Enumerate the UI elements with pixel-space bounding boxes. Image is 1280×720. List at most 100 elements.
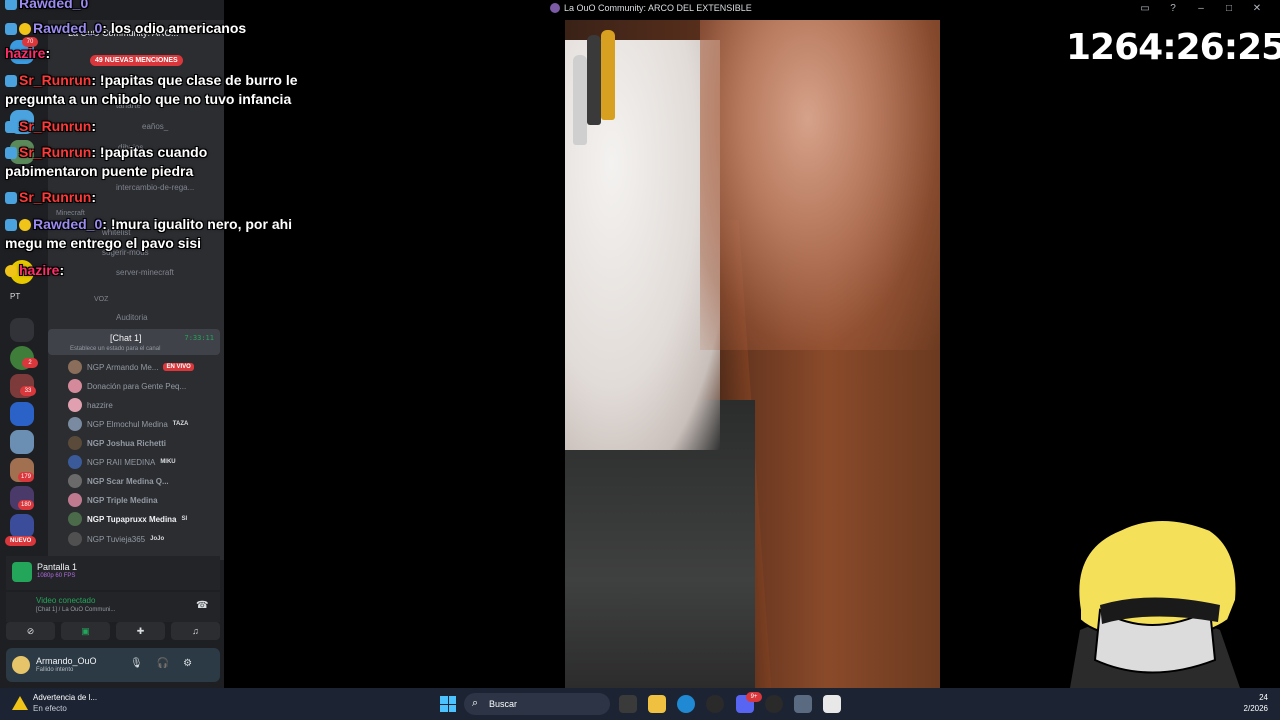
voice-member[interactable]: Donación para Gente Peq... bbox=[68, 378, 186, 394]
minimize-button[interactable]: – bbox=[1194, 3, 1208, 14]
ccleaner-icon[interactable] bbox=[706, 695, 724, 713]
avatar bbox=[68, 512, 82, 526]
live-badge: EN VIVO bbox=[163, 363, 194, 371]
chat-message: Sr_Runrun: !papitas que clase de burro l… bbox=[5, 72, 298, 107]
inbox-icon[interactable]: ▭ bbox=[1138, 3, 1152, 14]
badge-icon bbox=[5, 23, 17, 36]
badge-icon bbox=[5, 265, 17, 278]
help-icon[interactable]: ? bbox=[1166, 3, 1180, 14]
member-tag: MIKU bbox=[160, 459, 176, 465]
headphones-icon[interactable]: 🎧 bbox=[157, 658, 169, 669]
voice-member[interactable]: NGP Armando Me... EN VIVO bbox=[68, 359, 194, 375]
server-badge: 33 bbox=[20, 386, 36, 396]
avatar bbox=[68, 474, 82, 488]
voice-connected-channel[interactable]: [Chat 1] / La OuO Communi... bbox=[36, 607, 115, 613]
member-name: NGP Armando Me... bbox=[87, 362, 159, 372]
taskbar-search[interactable] bbox=[464, 693, 610, 715]
chat-message: Sr_Runrun: !papitas cuando pabimentaron … bbox=[5, 144, 208, 179]
close-button[interactable]: ✕ bbox=[1250, 3, 1264, 14]
obs-icon[interactable] bbox=[765, 695, 783, 713]
avatar bbox=[68, 379, 82, 393]
badge-icon bbox=[5, 121, 17, 134]
voice-member[interactable]: NGP Scar Medina Q... bbox=[68, 473, 169, 489]
member-name: NGP RAII MEDINA bbox=[87, 457, 156, 467]
disconnect-icon[interactable]: ☎ bbox=[196, 600, 208, 611]
badge-icon bbox=[5, 219, 17, 232]
clock-time: 24 bbox=[1259, 693, 1268, 702]
chat-username: Sr_Runrun bbox=[19, 72, 92, 88]
gear-icon[interactable]: ⚙ bbox=[183, 658, 192, 669]
member-tag: TAZA bbox=[172, 421, 189, 427]
chat-username: Sr_Runrun bbox=[19, 144, 92, 160]
microphone-icon[interactable]: 🎙 bbox=[130, 658, 143, 669]
search-placeholder: Buscar bbox=[489, 699, 518, 709]
voice-member[interactable]: NGP Tupapruxx Medina SI bbox=[68, 511, 187, 527]
new-servers-pill[interactable]: NUEVO bbox=[5, 536, 37, 546]
chat-text: los odio americanos bbox=[110, 20, 247, 36]
activities-icon[interactable]: ✚ bbox=[116, 622, 165, 640]
user-controls: 🎙 🎧 ⚙ bbox=[130, 658, 192, 669]
chat-username: Sr_Runrun bbox=[19, 118, 92, 134]
voice-member[interactable]: hazzire bbox=[68, 397, 113, 413]
chat-message: Rawded_0 bbox=[5, 0, 88, 13]
stream-chat-overlay: Rawded_0 Rawded_0: los odio americanos h… bbox=[0, 0, 330, 300]
chat-username: Rawded_0 bbox=[33, 20, 103, 36]
avatar bbox=[68, 360, 82, 374]
chat-message: Rawded_0: !mura igualito nero, por ahi m… bbox=[5, 216, 293, 251]
task-view-icon[interactable] bbox=[619, 695, 637, 713]
server-badge: 179 bbox=[18, 472, 34, 482]
member-name: hazzire bbox=[87, 400, 113, 410]
edge-icon[interactable] bbox=[677, 695, 695, 713]
windows-start-icon[interactable] bbox=[440, 696, 456, 712]
voice-member[interactable]: NGP Tuvieja365 JoJo bbox=[68, 531, 164, 547]
server-icon[interactable] bbox=[10, 318, 34, 342]
chat-message: Rawded_0: los odio americanos bbox=[5, 19, 246, 38]
bottle bbox=[587, 35, 601, 125]
chat-username: Rawded_0 bbox=[19, 0, 89, 11]
avatar[interactable] bbox=[12, 656, 30, 674]
screen-share-button[interactable]: ▣ bbox=[61, 622, 110, 640]
member-tag: JoJo bbox=[150, 536, 165, 542]
server-icon[interactable] bbox=[10, 514, 34, 538]
notification-title[interactable]: Advertencia de l... bbox=[33, 693, 97, 702]
window-title: La OuO Community: ARCO DEL EXTENSIBLE bbox=[550, 3, 752, 13]
badge-icon bbox=[5, 0, 17, 11]
user-status: Fallido intento bbox=[36, 667, 74, 673]
taskbar-clock[interactable]: 24 2/2026 bbox=[1244, 692, 1268, 714]
voice-member[interactable]: NGP RAII MEDINA MIKU bbox=[68, 454, 176, 470]
badge-icon bbox=[5, 75, 17, 88]
windows-taskbar bbox=[0, 688, 1280, 720]
voice-channel-name: [Chat 1] bbox=[110, 333, 142, 343]
member-name: NGP Elmochul Medina bbox=[87, 419, 168, 429]
blurred-hand bbox=[700, 20, 940, 350]
server-badge: 180 bbox=[18, 500, 34, 510]
file-explorer-icon[interactable] bbox=[648, 695, 666, 713]
voice-member[interactable]: NGP Triple Medina bbox=[68, 492, 158, 508]
server-icon[interactable] bbox=[10, 402, 34, 426]
voice-channel-chat1[interactable]: [Chat 1] 7:33:11 Establece un estado par… bbox=[48, 329, 220, 355]
warning-icon[interactable] bbox=[12, 696, 28, 710]
search-icon: ⌕ bbox=[472, 697, 479, 709]
voice-member[interactable]: NGP Elmochul Medina TAZA bbox=[68, 416, 188, 432]
app-icon[interactable] bbox=[823, 695, 841, 713]
settings-icon[interactable] bbox=[794, 695, 812, 713]
bottle bbox=[601, 30, 615, 120]
badge-icon bbox=[19, 23, 31, 36]
avatar bbox=[68, 398, 82, 412]
server-icon[interactable] bbox=[10, 430, 34, 454]
voice-controls: ⊘ ▣ ✚ ♫ bbox=[6, 622, 220, 642]
user-name[interactable]: Armando_OuO bbox=[36, 656, 97, 666]
soundboard-icon[interactable]: ♫ bbox=[171, 622, 220, 640]
window-controls: ▭ ? – □ ✕ bbox=[1138, 3, 1264, 14]
server-badge: 2 bbox=[22, 358, 38, 368]
badge-icon bbox=[19, 219, 31, 232]
chat-message: hazire: bbox=[5, 261, 64, 280]
voice-member[interactable]: NGP Joshua Richetti bbox=[68, 435, 166, 451]
camera-off-icon[interactable]: ⊘ bbox=[6, 622, 55, 640]
chat-message: hazire: bbox=[5, 45, 51, 61]
maximize-button[interactable]: □ bbox=[1222, 3, 1236, 14]
badge-icon bbox=[5, 147, 17, 160]
channel-item[interactable]: Auditoria bbox=[116, 313, 148, 322]
chat-username: hazire bbox=[19, 262, 60, 278]
member-name: NGP Scar Medina Q... bbox=[87, 476, 169, 486]
